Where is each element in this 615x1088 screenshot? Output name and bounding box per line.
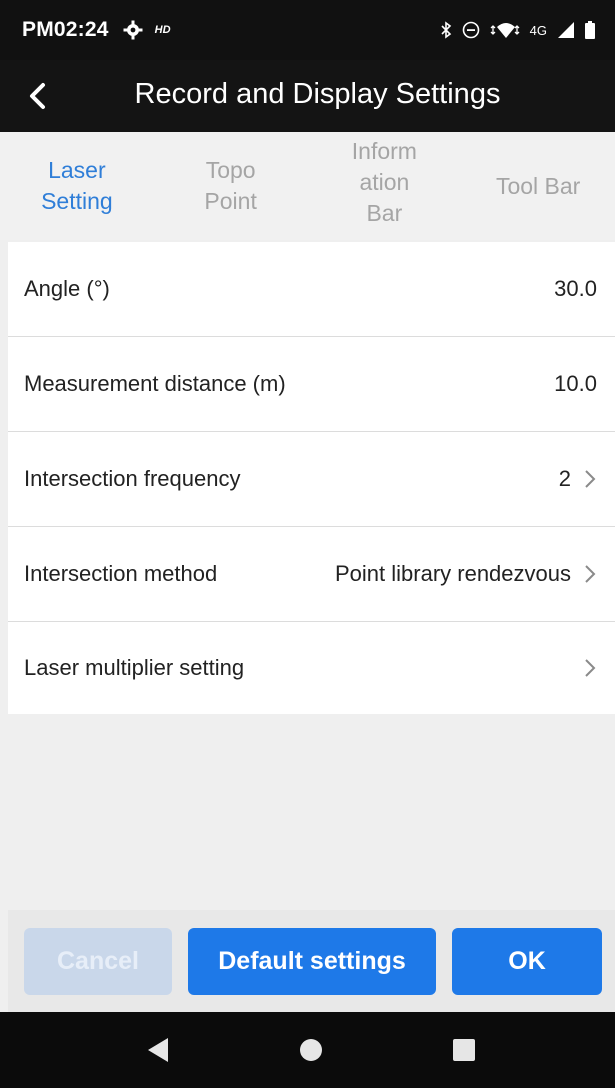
chevron-right-icon	[585, 565, 596, 583]
bluetooth-icon	[441, 21, 451, 39]
wifi-icon	[490, 23, 520, 38]
laser-multiplier-row[interactable]: Laser multiplier setting	[8, 622, 615, 714]
status-time: PM02:24	[22, 18, 109, 41]
nav-home-icon[interactable]	[298, 1037, 324, 1063]
laser-settings-list: Angle (°) 30.0 Measurement distance (m) …	[8, 242, 615, 714]
angle-row[interactable]: Angle (°) 30.0	[8, 242, 615, 337]
tab-information-bar[interactable]: Inform ation Bar	[308, 132, 462, 240]
app-bar: Record and Display Settings	[0, 60, 615, 132]
tab-laser-setting[interactable]: Laser Setting	[0, 132, 154, 240]
measurement-distance-row[interactable]: Measurement distance (m) 10.0	[8, 337, 615, 432]
intersection-frequency-label: Intersection frequency	[24, 466, 241, 491]
nav-back-icon[interactable]	[146, 1037, 170, 1063]
cancel-button[interactable]: Cancel	[24, 928, 172, 995]
chevron-right-icon	[585, 470, 596, 488]
intersection-method-row[interactable]: Intersection method Point library rendez…	[8, 527, 615, 622]
laser-multiplier-label: Laser multiplier setting	[24, 655, 245, 680]
intersection-frequency-row[interactable]: Intersection frequency 2	[8, 432, 615, 527]
intersection-method-label: Intersection method	[24, 561, 218, 586]
settings-gear-icon	[123, 20, 143, 40]
page-title: Record and Display Settings	[134, 78, 501, 110]
system-nav-bar	[0, 1012, 615, 1088]
action-bar: Cancel Default settings OK	[8, 910, 615, 1012]
signal-icon	[558, 22, 574, 38]
status-icons: 4G	[440, 21, 595, 39]
ok-button[interactable]: OK	[452, 928, 602, 995]
angle-value[interactable]: 30.0	[554, 276, 597, 302]
do-not-disturb-icon	[462, 21, 479, 39]
hd-indicator: HD	[154, 24, 171, 36]
tab-tool-bar[interactable]: Tool Bar	[461, 132, 615, 240]
intersection-frequency-value: 2	[558, 466, 571, 491]
intersection-method-value: Point library rendezvous	[334, 561, 571, 586]
measurement-distance-label: Measurement distance (m)	[24, 371, 286, 396]
network-type: 4G	[529, 22, 547, 38]
tab-topo-point[interactable]: Topo Point	[154, 132, 308, 240]
measurement-distance-value[interactable]: 10.0	[554, 371, 597, 397]
battery-icon	[585, 21, 595, 39]
default-settings-button[interactable]: Default settings	[188, 928, 436, 995]
angle-label: Angle (°)	[24, 276, 110, 301]
chevron-right-icon	[585, 659, 596, 677]
nav-recent-apps-icon[interactable]	[452, 1038, 476, 1062]
status-bar: PM02:24 HD 4G	[0, 0, 615, 60]
settings-tabs: Laser Setting Topo Point Inform ation Ba…	[0, 132, 615, 240]
